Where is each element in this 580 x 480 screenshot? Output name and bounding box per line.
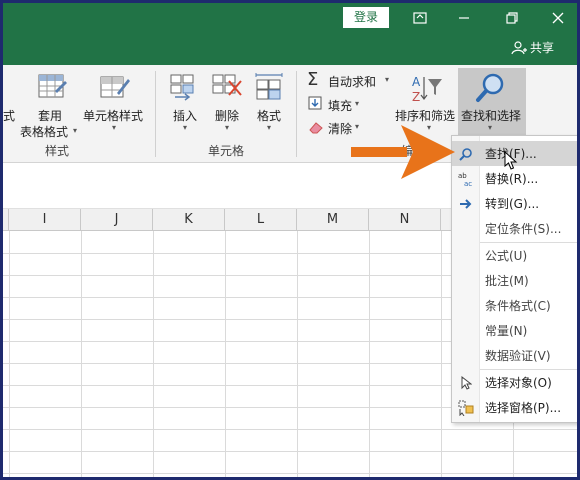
eraser-icon bbox=[309, 122, 323, 134]
svg-text:Z: Z bbox=[412, 90, 420, 104]
find-select-label: 查找和选择 bbox=[461, 109, 522, 123]
cells-group-label: 单元格 bbox=[208, 144, 245, 158]
menu-item-label: 转到(G)... bbox=[485, 197, 540, 211]
cell-style-label: 单元格样式 bbox=[83, 109, 144, 123]
column-header[interactable]: J bbox=[81, 209, 153, 231]
cell-style-icon bbox=[100, 76, 130, 98]
menu-item-select-objects[interactable]: 选择对象(O) bbox=[452, 370, 577, 395]
grid-line bbox=[225, 231, 226, 477]
highlight-arrow-icon bbox=[351, 125, 455, 179]
partial-left-label: 式 bbox=[3, 109, 16, 123]
table-format-line2: 表格格式 bbox=[20, 125, 69, 139]
ribbon-display-options-icon[interactable] bbox=[405, 7, 435, 29]
chevron-down-icon: ▾ bbox=[225, 123, 230, 132]
chevron-down-icon: ▾ bbox=[488, 123, 493, 132]
find-select-menu: 查找(F)... ab ac 替换(R)... 转到(G)... 定位条件(S).… bbox=[451, 135, 577, 423]
grid-line bbox=[3, 451, 577, 452]
menu-item-constants[interactable]: 常量(N) bbox=[452, 318, 577, 343]
menu-item-conditional-formatting[interactable]: 条件格式(C) bbox=[452, 293, 577, 318]
chevron-down-icon: ▾ bbox=[73, 126, 78, 135]
chevron-down-icon: ▾ bbox=[355, 99, 360, 108]
mouse-cursor-icon bbox=[504, 151, 518, 170]
chevron-down-icon: ▾ bbox=[267, 123, 272, 132]
share-label: 共享 bbox=[530, 41, 555, 55]
select-objects-icon bbox=[458, 375, 474, 391]
menu-item-label: 批注(M) bbox=[485, 274, 529, 288]
svg-text:A: A bbox=[412, 75, 421, 89]
close-icon[interactable] bbox=[543, 7, 573, 29]
column-header[interactable]: K bbox=[153, 209, 225, 231]
fill-down-icon bbox=[308, 96, 322, 110]
table-format-line1: 套用 bbox=[38, 109, 63, 123]
autosum-label: 自动求和 bbox=[328, 75, 377, 89]
minimize-icon[interactable] bbox=[449, 7, 479, 29]
delete-label: 删除 bbox=[215, 109, 240, 123]
menu-item-comments[interactable]: 批注(M) bbox=[452, 268, 577, 293]
menu-item-label: 替换(R)... bbox=[485, 172, 539, 186]
magnifier-icon bbox=[476, 73, 504, 102]
sort-filter-icon: A Z bbox=[412, 75, 442, 104]
arrow-right-icon bbox=[458, 196, 474, 212]
excel-window: 登录 共享 式 套用 表格格式 ▾ 单元格样式 ▾ 样式 插入 ▾ 删除 ▾ 格… bbox=[3, 3, 577, 477]
sigma-icon: Σ bbox=[307, 69, 319, 90]
grid-line bbox=[441, 231, 442, 477]
column-header[interactable]: M bbox=[297, 209, 369, 231]
fill-label: 填充 bbox=[328, 99, 353, 113]
chevron-down-icon: ▾ bbox=[183, 123, 188, 132]
grid-line bbox=[369, 231, 370, 477]
column-header[interactable]: N bbox=[369, 209, 441, 231]
menu-item-label: 常量(N) bbox=[485, 324, 528, 338]
format-cells-icon bbox=[255, 73, 283, 100]
table-format-icon bbox=[38, 74, 67, 98]
grid-line bbox=[9, 231, 10, 477]
group-divider bbox=[296, 71, 297, 157]
menu-item-label: 数据验证(V) bbox=[485, 349, 551, 363]
menu-item-formulas[interactable]: 公式(U) bbox=[452, 243, 577, 268]
insert-cells-icon bbox=[170, 74, 194, 101]
column-header[interactable]: L bbox=[225, 209, 297, 231]
chevron-down-icon: ▾ bbox=[112, 123, 117, 132]
menu-item-label: 定位条件(S)... bbox=[485, 222, 562, 236]
menu-item-label: 公式(U) bbox=[485, 249, 528, 263]
menu-item-label: 条件格式(C) bbox=[485, 299, 551, 313]
insert-label: 插入 bbox=[173, 109, 198, 123]
menu-item-goto[interactable]: 转到(G)... bbox=[452, 191, 577, 216]
svg-text:ac: ac bbox=[464, 180, 472, 187]
menu-item-label: 选择窗格(P)... bbox=[485, 401, 562, 415]
clear-label: 清除 bbox=[328, 122, 353, 136]
title-bar: 登录 共享 bbox=[3, 3, 577, 65]
menu-item-label: 选择对象(O) bbox=[485, 376, 552, 390]
format-label: 格式 bbox=[257, 109, 282, 123]
delete-cells-icon bbox=[212, 74, 242, 96]
login-button[interactable]: 登录 bbox=[343, 7, 389, 28]
grid-line bbox=[153, 231, 154, 477]
chevron-down-icon: ▾ bbox=[385, 75, 390, 84]
grid-line bbox=[3, 429, 577, 430]
menu-item-selection-pane[interactable]: 选择窗格(P)... bbox=[452, 395, 577, 420]
selection-pane-icon bbox=[458, 400, 474, 416]
menu-item-goto-special[interactable]: 定位条件(S)... bbox=[452, 216, 577, 241]
grid-line bbox=[81, 231, 82, 477]
menu-item-data-validation[interactable]: 数据验证(V) bbox=[452, 343, 577, 368]
styles-group-label: 样式 bbox=[45, 144, 70, 158]
column-header[interactable]: I bbox=[9, 209, 81, 231]
share-button[interactable]: 共享 bbox=[511, 39, 554, 56]
grid-line bbox=[3, 473, 577, 474]
grid-line bbox=[297, 231, 298, 477]
restore-icon[interactable] bbox=[497, 7, 527, 29]
group-divider bbox=[155, 71, 156, 157]
find-select-button[interactable]: 查找和选择 ▾ bbox=[458, 68, 526, 140]
share-person-icon bbox=[511, 40, 527, 54]
